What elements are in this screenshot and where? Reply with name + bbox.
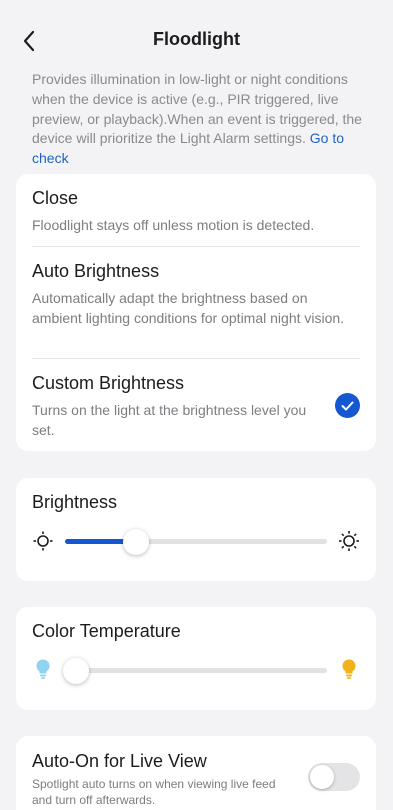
- sun-dim-icon: [32, 530, 54, 552]
- auto-on-title: Auto-On for Live View: [32, 751, 207, 771]
- color-temperature-card: Color Temperature: [16, 607, 376, 710]
- brightness-label: Brightness: [32, 492, 118, 512]
- mode-title: Close: [32, 188, 79, 208]
- brightness-slider-thumb[interactable]: [122, 528, 149, 555]
- header: Floodlight: [0, 0, 393, 80]
- mode-title: Custom Brightness: [32, 373, 185, 393]
- mode-card: Close Floodlight stays off unless motion…: [16, 174, 376, 451]
- color-temperature-slider-thumb[interactable]: [63, 657, 89, 684]
- brightness-slider[interactable]: [65, 528, 327, 555]
- mode-option-auto-brightness[interactable]: Auto Brightness Automatically adapt the …: [32, 261, 360, 328]
- mode-option-custom-brightness[interactable]: Custom Brightness Turns on the light at …: [32, 373, 320, 440]
- auto-on-card: Auto-On for Live View Spotlight auto tur…: [16, 736, 376, 810]
- page-title: Floodlight: [153, 29, 240, 49]
- selected-check-icon[interactable]: [335, 393, 360, 418]
- toggle-knob: [310, 765, 334, 789]
- auto-on-subtitle: Spotlight auto turns on when viewing liv…: [32, 777, 276, 807]
- color-temperature-label: Color Temperature: [32, 621, 181, 641]
- brightness-card: Brightness: [16, 478, 376, 581]
- divider: [32, 358, 360, 359]
- warm-bulb-icon: [338, 658, 360, 680]
- sun-bright-icon: [338, 530, 360, 552]
- mode-subtitle: Turns on the light at the brightness lev…: [32, 402, 307, 438]
- mode-subtitle: Floodlight stays off unless motion is de…: [32, 217, 315, 233]
- cool-bulb-icon: [32, 658, 54, 680]
- divider: [32, 246, 360, 247]
- color-temperature-slider[interactable]: [63, 657, 327, 684]
- mode-title: Auto Brightness: [32, 261, 160, 281]
- mode-subtitle: Automatically adapt the brightness based…: [32, 290, 345, 326]
- mode-option-close[interactable]: Close Floodlight stays off unless motion…: [32, 188, 360, 235]
- floodlight-description: Provides illumination in low-light or ni…: [32, 70, 368, 169]
- auto-on-toggle[interactable]: [308, 763, 360, 791]
